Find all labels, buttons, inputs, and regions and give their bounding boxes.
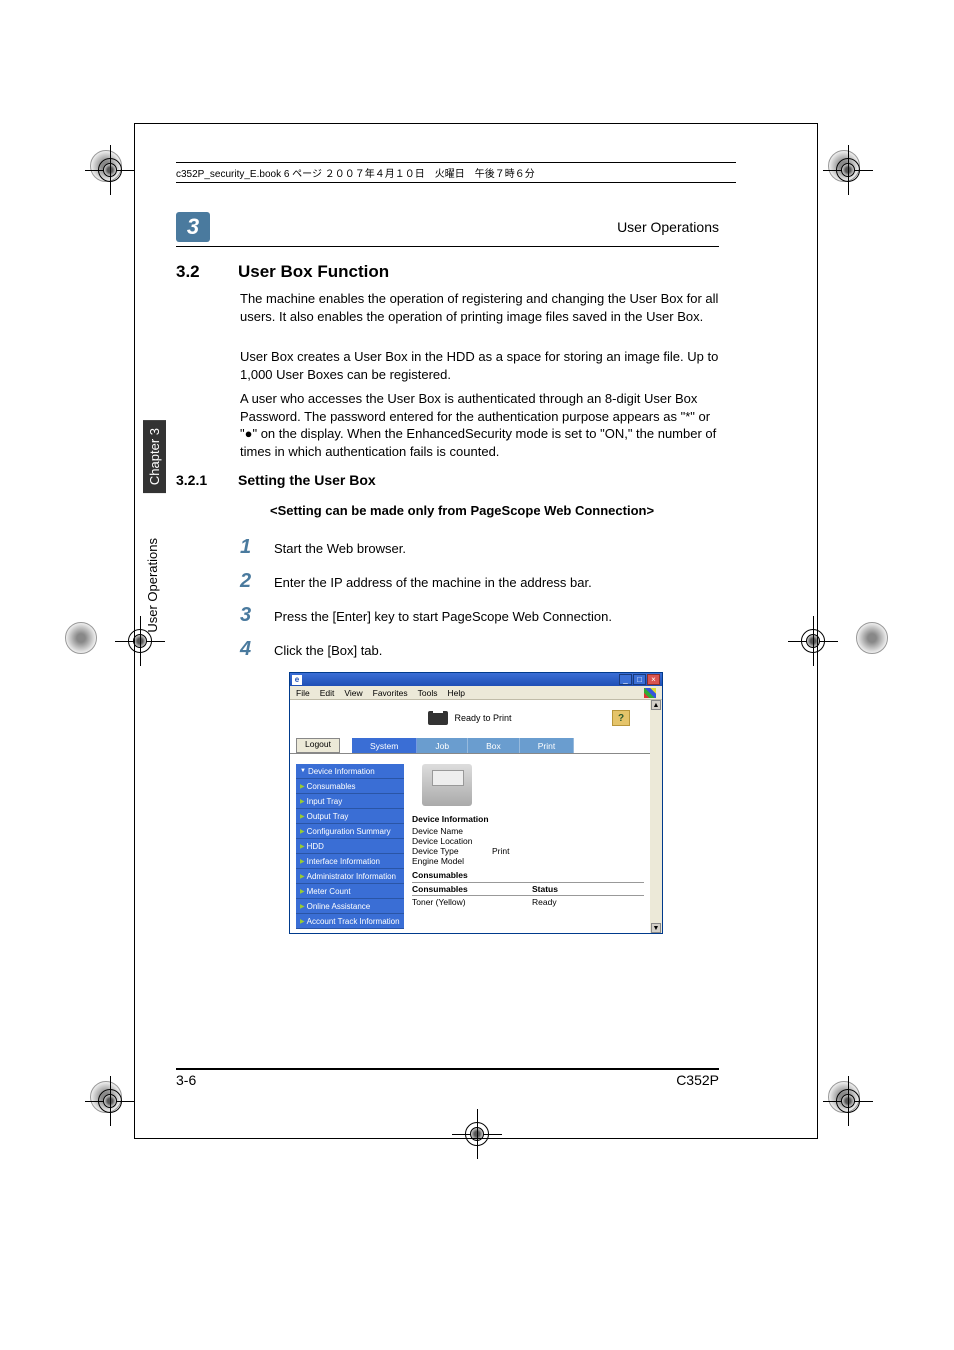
step-row: 1 Start the Web browser. [240,536,720,559]
footer: 3-6 C352P [176,1072,719,1088]
device-info-row: Device Location [412,836,644,846]
tab-job[interactable]: Job [417,738,468,753]
table-row: Toner (Yellow)Ready [412,895,644,908]
windows-flag-icon [644,688,656,698]
sidebar-item[interactable]: Online Assistance [296,899,404,914]
printer-image [422,764,472,806]
subsection-heading: 3.2.1 Setting the User Box [176,472,376,488]
sidebar-item[interactable]: Device Information [296,764,404,779]
help-button[interactable]: ? [612,710,630,726]
model-name: C352P [676,1072,719,1088]
paragraph: The machine enables the operation of reg… [240,290,720,325]
side-tab-title: User Operations [143,530,162,641]
sidebar-item[interactable]: Output Tray [296,809,404,824]
setting-note: <Setting can be made only from PageScope… [270,502,720,520]
printer-icon [428,711,448,725]
section-title: User Box Function [238,262,389,282]
paragraph: A user who accesses the User Box is auth… [240,390,720,460]
col-status: Status [532,884,644,894]
footer-rule [176,1068,719,1070]
sidebar-item[interactable]: Meter Count [296,884,404,899]
step-number: 4 [240,638,256,661]
device-info-row: Device Name [412,826,644,836]
sidebar-item[interactable]: Configuration Summary [296,824,404,839]
sidebar: Device InformationConsumablesInput TrayO… [296,764,404,929]
device-info-row: Engine Model [412,856,644,866]
sidebar-item[interactable]: HDD [296,839,404,854]
consumables-header: Consumables [412,870,644,880]
close-button[interactable]: × [647,674,660,685]
col-consumables: Consumables [412,884,532,894]
subsection-title: Setting the User Box [238,472,376,488]
browser-window: e _ □ × File Edit View Favorites Tools H… [289,672,663,934]
tabs-row: Logout System Job Box Print [290,736,650,754]
tab-box[interactable]: Box [468,738,520,753]
menu-help[interactable]: Help [447,688,464,698]
header-title: User Operations [617,219,719,235]
tab-system[interactable]: System [352,738,417,753]
device-info-row: Device TypePrint [412,846,644,856]
paragraph: User Box creates a User Box in the HDD a… [240,348,720,383]
sidebar-item[interactable]: Consumables [296,779,404,794]
menu-favorites[interactable]: Favorites [373,688,408,698]
table-header: Consumables Status [412,882,644,895]
sidebar-item[interactable]: Interface Information [296,854,404,869]
status-row: Ready to Print ? [290,700,650,736]
step-row: 2 Enter the IP address of the machine in… [240,570,720,593]
step-row: 3 Press the [Enter] key to start PageSco… [240,604,720,627]
sidebar-item[interactable]: Input Tray [296,794,404,809]
section-heading: 3.2 User Box Function [176,262,389,282]
side-tab-chapter: Chapter 3 [143,420,166,493]
step-row: 4 Click the [Box] tab. [240,638,720,661]
menu-tools[interactable]: Tools [418,688,438,698]
section-number: 3.2 [176,262,216,282]
menu-view[interactable]: View [344,688,362,698]
device-info-header: Device Information [412,814,644,824]
page-header: 3 User Operations [176,212,719,242]
step-number: 1 [240,536,256,559]
maximize-button[interactable]: □ [633,674,646,685]
chapter-badge: 3 [176,212,210,242]
scrollbar[interactable]: ▲ ▼ [650,700,662,933]
scroll-down-icon[interactable]: ▼ [651,923,661,933]
header-rule [176,246,719,247]
step-text: Click the [Box] tab. [274,643,720,658]
app-icon: e [292,675,302,685]
scroll-up-icon[interactable]: ▲ [651,700,661,710]
sidebar-item[interactable]: Administrator Information [296,869,404,884]
device-panel: Device Information Device NameDevice Loc… [412,764,644,929]
menu-file[interactable]: File [296,688,310,698]
logout-button[interactable]: Logout [296,738,340,753]
titlebar: e _ □ × [290,673,662,686]
step-number: 2 [240,570,256,593]
menubar: File Edit View Favorites Tools Help [290,686,662,700]
tab-print[interactable]: Print [520,738,574,753]
step-text: Enter the IP address of the machine in t… [274,575,720,590]
step-text: Press the [Enter] key to start PageScope… [274,609,720,624]
minimize-button[interactable]: _ [619,674,632,685]
sidebar-item[interactable]: Account Track Information [296,914,404,929]
subsection-number: 3.2.1 [176,472,216,488]
menu-edit[interactable]: Edit [320,688,335,698]
step-text: Start the Web browser. [274,541,720,556]
page-number: 3-6 [176,1072,196,1088]
status-text: Ready to Print [454,713,511,723]
step-number: 3 [240,604,256,627]
running-header: c352P_security_E.book 6 ページ ２００７年４月１０日 火… [176,162,736,183]
